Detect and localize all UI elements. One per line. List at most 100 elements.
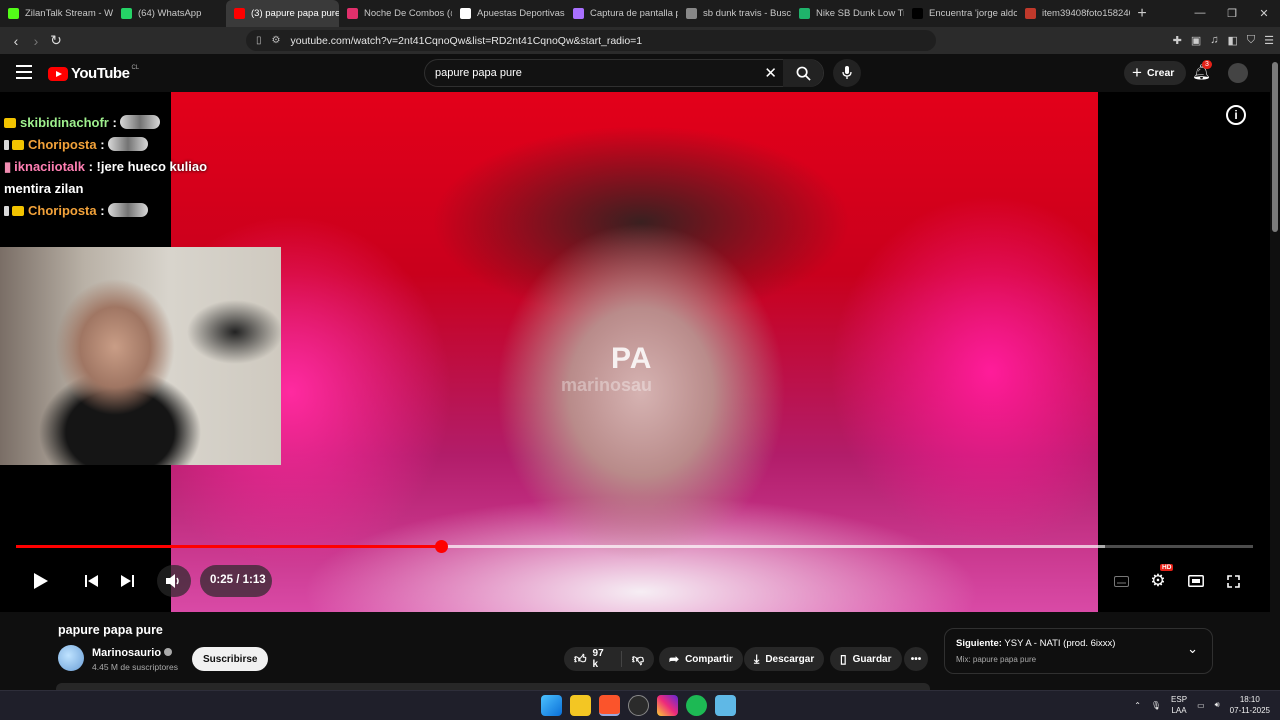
page-scrollbar[interactable] <box>1270 54 1280 690</box>
clear-search-icon[interactable]: ✕ <box>764 64 777 82</box>
clock-time: 18:10 <box>1239 695 1260 704</box>
browser-tab[interactable]: item39408foto158246 <box>1017 0 1130 27</box>
clock[interactable]: 18:10 07-11-2025 <box>1230 694 1270 716</box>
display-tray-icon[interactable]: ▭ <box>1197 701 1205 710</box>
browser-tab[interactable]: Captura de pantalla pc <box>565 0 678 27</box>
browser-tab[interactable]: Noche De Combos (@ <box>339 0 452 27</box>
dislike-button[interactable]: 👎︎ <box>622 652 654 667</box>
thumbs-down-icon: 👎︎ <box>631 651 644 666</box>
url-bar[interactable]: ▯ ⚙ youtube.com/watch?v=2nt41CqnoQw&list… <box>246 30 936 51</box>
browser-tab[interactable]: (3) papure papa pure✕ <box>226 0 339 27</box>
wallet-icon[interactable]: ◧ <box>1227 34 1237 47</box>
voice-search-button[interactable] <box>833 59 861 87</box>
forward-icon[interactable]: › <box>26 33 46 49</box>
chatgpt-icon[interactable] <box>628 695 649 716</box>
hamburger-menu-icon[interactable] <box>16 65 32 79</box>
verified-icon <box>164 648 173 656</box>
close-window-icon[interactable]: ✕ <box>1248 7 1280 20</box>
tab-title: Captura de pantalla pc <box>590 8 678 19</box>
logo-text: YouTube <box>71 65 130 82</box>
previous-button[interactable] <box>80 562 102 600</box>
menu-icon[interactable]: ☰ <box>1264 34 1274 47</box>
mute-button[interactable] <box>163 562 185 600</box>
fullscreen-button[interactable] <box>1224 562 1242 600</box>
gear-icon: ⚙ <box>1150 571 1166 590</box>
more-actions-button[interactable]: ••• <box>904 647 928 671</box>
tab-favicon-icon <box>8 8 19 19</box>
chat-emote-icon <box>108 203 149 217</box>
save-button[interactable]: ▯ Guardar <box>830 647 902 671</box>
subscriber-count: 4.45 M de suscriptores <box>92 662 178 672</box>
back-icon[interactable]: ‹ <box>6 33 26 49</box>
share-button[interactable]: ➦ Compartir <box>659 647 743 671</box>
mic-tray-icon[interactable]: 🎙︎ <box>1151 701 1161 710</box>
scrubber-handle[interactable] <box>434 540 448 553</box>
create-label: Crear <box>1146 67 1175 79</box>
video-title: papure papa pure <box>58 623 163 637</box>
up-next-card[interactable]: Siguiente: YSY A - NATI (prod. 6ixxx) Mi… <box>944 628 1213 674</box>
site-settings-icon[interactable]: ⚙ <box>272 35 281 46</box>
chat-emote-icon <box>120 115 161 129</box>
browser-tab[interactable]: ZilanTalk Stream - Wat <box>0 0 113 27</box>
search-button[interactable] <box>783 59 823 87</box>
plus-icon: + <box>1132 63 1142 82</box>
hd-badge: HD <box>1160 564 1174 571</box>
music-icon[interactable]: ♫ <box>1210 34 1218 47</box>
restore-icon[interactable]: ❐ <box>1216 7 1248 20</box>
notifications-button[interactable]: 🔔︎ 3 <box>1192 60 1212 81</box>
video-player[interactable]: PA marinosau skibidinachofr : Choriposta… <box>0 92 1270 612</box>
browser-tab[interactable]: Encuentra 'jorge aldon <box>904 0 1017 27</box>
video-details: papure papa pure Marinosaurio 4.45 M de … <box>0 612 1280 690</box>
tab-title: sb dunk travis - Buscar <box>703 8 791 19</box>
play-button[interactable] <box>28 562 54 600</box>
video-frame[interactable]: PA marinosau <box>171 92 1098 612</box>
shield-icon[interactable]: ⛉ <box>1247 34 1255 47</box>
search-input[interactable] <box>435 67 755 79</box>
file-explorer-icon[interactable] <box>570 695 591 716</box>
browser-tab[interactable]: sb dunk travis - Buscar <box>678 0 791 27</box>
skip-previous-icon <box>84 575 98 587</box>
subtitles-button[interactable] <box>1112 562 1130 600</box>
miniplayer-icon <box>1188 575 1204 587</box>
description-box[interactable] <box>56 683 930 690</box>
subscribe-button[interactable]: Suscribirse <box>192 647 269 671</box>
like-count: 97 k <box>592 648 604 670</box>
reload-icon[interactable]: ↻ <box>46 32 66 49</box>
language-indicator[interactable]: ESP LAA <box>1171 694 1187 716</box>
like-dislike-group: 👍︎ 97 k 👎︎ <box>564 647 654 671</box>
next-button[interactable] <box>116 562 138 600</box>
tray-overflow-icon[interactable]: ⌃ <box>1134 701 1141 710</box>
sidebar-icon[interactable]: ▣ <box>1191 34 1201 47</box>
minimize-icon[interactable]: — <box>1184 7 1216 20</box>
brave-browser-icon[interactable] <box>599 695 620 716</box>
address-toolbar: ‹ › ↻ ▯ ⚙ youtube.com/watch?v=2nt41CqnoQ… <box>0 27 1280 54</box>
chat-separator: : <box>84 159 97 174</box>
instagram-icon[interactable] <box>657 695 678 716</box>
youtube-logo[interactable]: YouTube CL <box>48 65 139 82</box>
notepad-icon[interactable] <box>715 695 736 716</box>
browser-tab[interactable]: (64) WhatsApp <box>113 0 226 27</box>
scrollbar-thumb[interactable] <box>1272 62 1278 232</box>
chevron-down-icon[interactable]: ⌄ <box>1187 641 1198 657</box>
puzzle-icon[interactable]: ✚ <box>1173 34 1182 47</box>
windows-start-icon[interactable] <box>541 695 562 716</box>
channel-name[interactable]: Marinosaurio <box>92 647 173 659</box>
bookmark-icon[interactable]: ▯ <box>256 35 262 46</box>
like-button[interactable]: 👍︎ 97 k <box>564 648 622 670</box>
browser-tab[interactable]: Apuestas Deportivas O <box>452 0 565 27</box>
speaker-tray-icon[interactable]: 🔊︎ <box>1215 700 1220 710</box>
chat-message: Choriposta : <box>0 200 240 222</box>
spotify-icon[interactable] <box>686 695 707 716</box>
account-avatar[interactable] <box>1228 63 1248 83</box>
stream-chat-overlay: skibidinachofr : Choriposta : ▮ iknaciiot… <box>0 112 240 222</box>
browser-tab[interactable]: Nike SB Dunk Low Trav <box>791 0 904 27</box>
progress-bar[interactable] <box>16 540 1253 553</box>
video-watermark-channel: marinosau <box>561 375 653 395</box>
create-button[interactable]: + Crear <box>1124 61 1187 85</box>
download-button[interactable]: ⤓ Descargar <box>744 647 825 671</box>
cup-badge-icon: ▮ <box>4 159 12 174</box>
new-tab-button[interactable]: + <box>1130 5 1154 23</box>
miniplayer-button[interactable] <box>1186 562 1206 600</box>
channel-avatar[interactable] <box>58 645 84 671</box>
info-icon[interactable]: i <box>1226 105 1246 125</box>
